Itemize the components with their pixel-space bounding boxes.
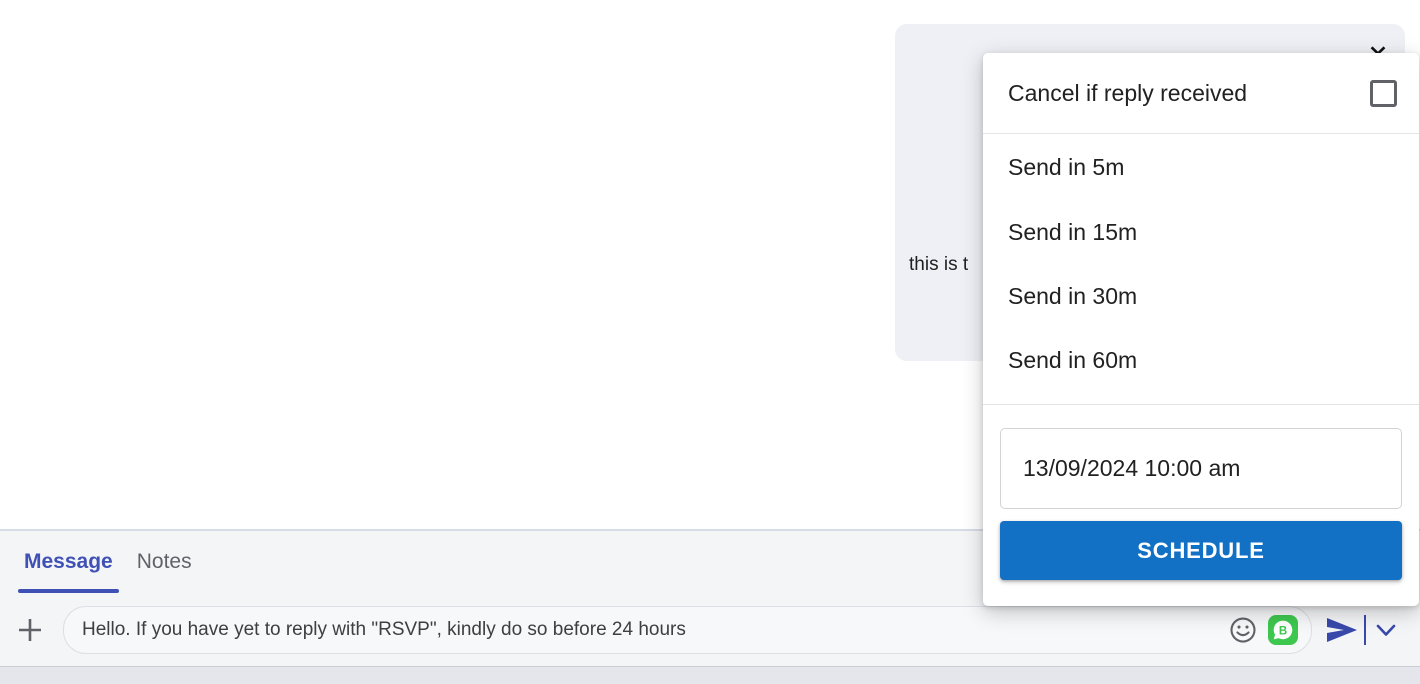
plus-icon[interactable] bbox=[7, 607, 53, 653]
message-input-wrapper[interactable]: B bbox=[63, 605, 1312, 654]
send-option-60m[interactable]: Send in 60m bbox=[983, 328, 1419, 392]
input-icon-group: B bbox=[1227, 614, 1311, 646]
message-input[interactable] bbox=[64, 607, 1227, 652]
tab-message[interactable]: Message bbox=[12, 531, 125, 593]
send-arrow-icon[interactable] bbox=[1320, 608, 1364, 652]
window-bottom-strip bbox=[0, 666, 1420, 684]
chevron-down-icon[interactable] bbox=[1366, 608, 1406, 652]
schedule-datetime-value: 13/09/2024 10:00 am bbox=[1023, 455, 1241, 481]
schedule-datetime-field[interactable]: 13/09/2024 10:00 am bbox=[1000, 428, 1402, 509]
schedule-button[interactable]: SCHEDULE bbox=[1000, 521, 1402, 580]
tab-notes[interactable]: Notes bbox=[125, 531, 204, 593]
send-controls bbox=[1320, 608, 1420, 652]
cancel-if-reply-label: Cancel if reply received bbox=[1008, 79, 1248, 106]
whatsapp-business-icon[interactable]: B bbox=[1267, 614, 1299, 646]
smiley-face-icon[interactable] bbox=[1227, 614, 1259, 646]
send-option-15m[interactable]: Send in 15m bbox=[983, 200, 1419, 264]
schedule-popup: Cancel if reply received Send in 5m Send… bbox=[983, 53, 1419, 606]
popup-divider bbox=[983, 404, 1419, 405]
cancel-if-reply-row[interactable]: Cancel if reply received bbox=[983, 53, 1419, 134]
send-option-30m[interactable]: Send in 30m bbox=[983, 264, 1419, 328]
chat-application: this is t Message Notes Hello. If you ha… bbox=[0, 0, 1420, 684]
composer-tabs: Message Notes bbox=[0, 531, 204, 593]
send-option-5m[interactable]: Send in 5m bbox=[983, 134, 1419, 200]
svg-text:B: B bbox=[1279, 625, 1287, 637]
cancel-if-reply-checkbox[interactable] bbox=[1370, 79, 1397, 107]
send-options-list: Send in 5m Send in 15m Send in 30m Send … bbox=[983, 134, 1419, 392]
